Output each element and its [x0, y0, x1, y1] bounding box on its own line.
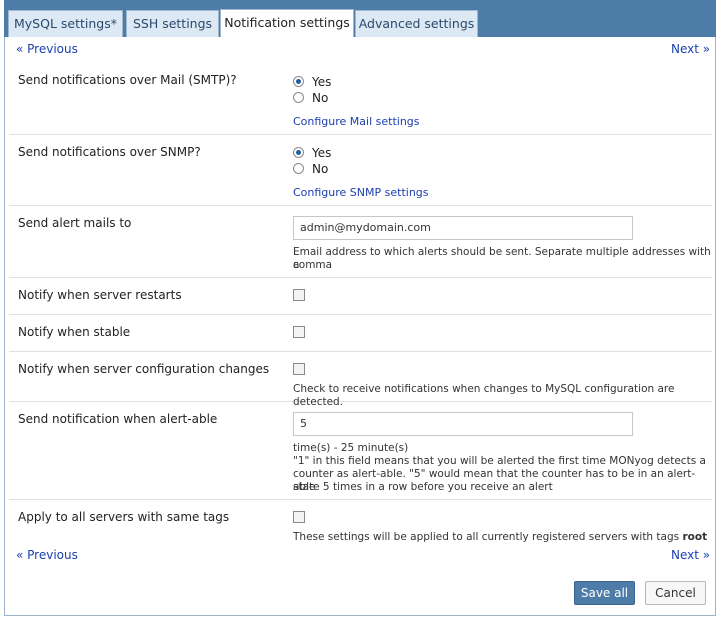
- config-change-row: Notify when server configuration changes…: [9, 352, 712, 408]
- restart-row: Notify when server restarts: [9, 278, 712, 315]
- next-link-bottom[interactable]: Next »: [671, 548, 710, 562]
- tab-advanced-settings[interactable]: Advanced settings: [355, 10, 478, 37]
- restart-checkbox[interactable]: [293, 289, 305, 301]
- alert-mails-help: Email address to which alerts should be …: [293, 246, 711, 271]
- alertable-help-line3: state 5 times in a row before you receiv…: [293, 481, 553, 493]
- tab-ssh-settings[interactable]: SSH settings: [126, 10, 219, 37]
- apply-all-tag: root: [682, 531, 708, 543]
- alert-mails-help-cont: comma: [293, 259, 333, 271]
- alert-mails-row: Send alert mails to admin@mydomain.com E…: [9, 206, 712, 278]
- alertable-count-input[interactable]: 5: [293, 412, 633, 436]
- mail-no-label[interactable]: No: [312, 91, 328, 105]
- apply-all-help-text: These settings will be applied to all cu…: [293, 531, 680, 543]
- alertable-help-line1: "1" in this field means that you will be…: [293, 455, 706, 467]
- alertable-row: Send notification when alert-able 5 time…: [9, 402, 712, 500]
- snmp-yes-radio[interactable]: [293, 147, 304, 158]
- snmp-no-label[interactable]: No: [312, 162, 328, 176]
- stable-label: Notify when stable: [18, 325, 131, 339]
- tab-mysql-settings[interactable]: MySQL settings*: [8, 10, 123, 37]
- tab-notification-settings[interactable]: Notification settings: [220, 9, 354, 37]
- previous-link-top[interactable]: « Previous: [16, 42, 78, 56]
- apply-all-checkbox[interactable]: [293, 511, 305, 523]
- configure-mail-link[interactable]: Configure Mail settings: [293, 115, 420, 128]
- alertable-label: Send notification when alert-able: [18, 412, 218, 426]
- tab-bar: MySQL settings* SSH settings Notificatio…: [4, 0, 716, 37]
- alertable-help-duration: time(s) - 25 minute(s): [293, 442, 409, 454]
- mail-label: Send notifications over Mail (SMTP)?: [18, 73, 237, 87]
- mail-no-radio[interactable]: [293, 92, 304, 103]
- snmp-yes-label[interactable]: Yes: [312, 146, 331, 160]
- cancel-button[interactable]: Cancel: [645, 581, 706, 605]
- mail-row: Send notifications over Mail (SMTP)? Yes…: [9, 64, 712, 135]
- config-change-label: Notify when server configuration changes: [18, 362, 270, 376]
- apply-all-row: Apply to all servers with same tags Thes…: [9, 500, 712, 545]
- previous-link-bottom[interactable]: « Previous: [16, 548, 78, 562]
- alert-mails-label: Send alert mails to: [18, 216, 132, 230]
- config-change-checkbox[interactable]: [293, 363, 305, 375]
- alert-mails-input[interactable]: admin@mydomain.com: [293, 216, 633, 240]
- snmp-label: Send notifications over SNMP?: [18, 145, 201, 159]
- mail-yes-radio[interactable]: [293, 76, 304, 87]
- snmp-no-radio[interactable]: [293, 163, 304, 174]
- snmp-row: Send notifications over SNMP? Yes No Con…: [9, 135, 712, 206]
- apply-all-label: Apply to all servers with same tags: [18, 510, 230, 524]
- save-all-button[interactable]: Save all: [574, 581, 635, 605]
- apply-all-help: These settings will be applied to all cu…: [293, 531, 707, 544]
- stable-checkbox[interactable]: [293, 326, 305, 338]
- next-link-top[interactable]: Next »: [671, 42, 710, 56]
- stable-row: Notify when stable: [9, 315, 712, 352]
- configure-snmp-link[interactable]: Configure SNMP settings: [293, 186, 429, 199]
- mail-yes-label[interactable]: Yes: [312, 75, 331, 89]
- restart-label: Notify when server restarts: [18, 288, 182, 302]
